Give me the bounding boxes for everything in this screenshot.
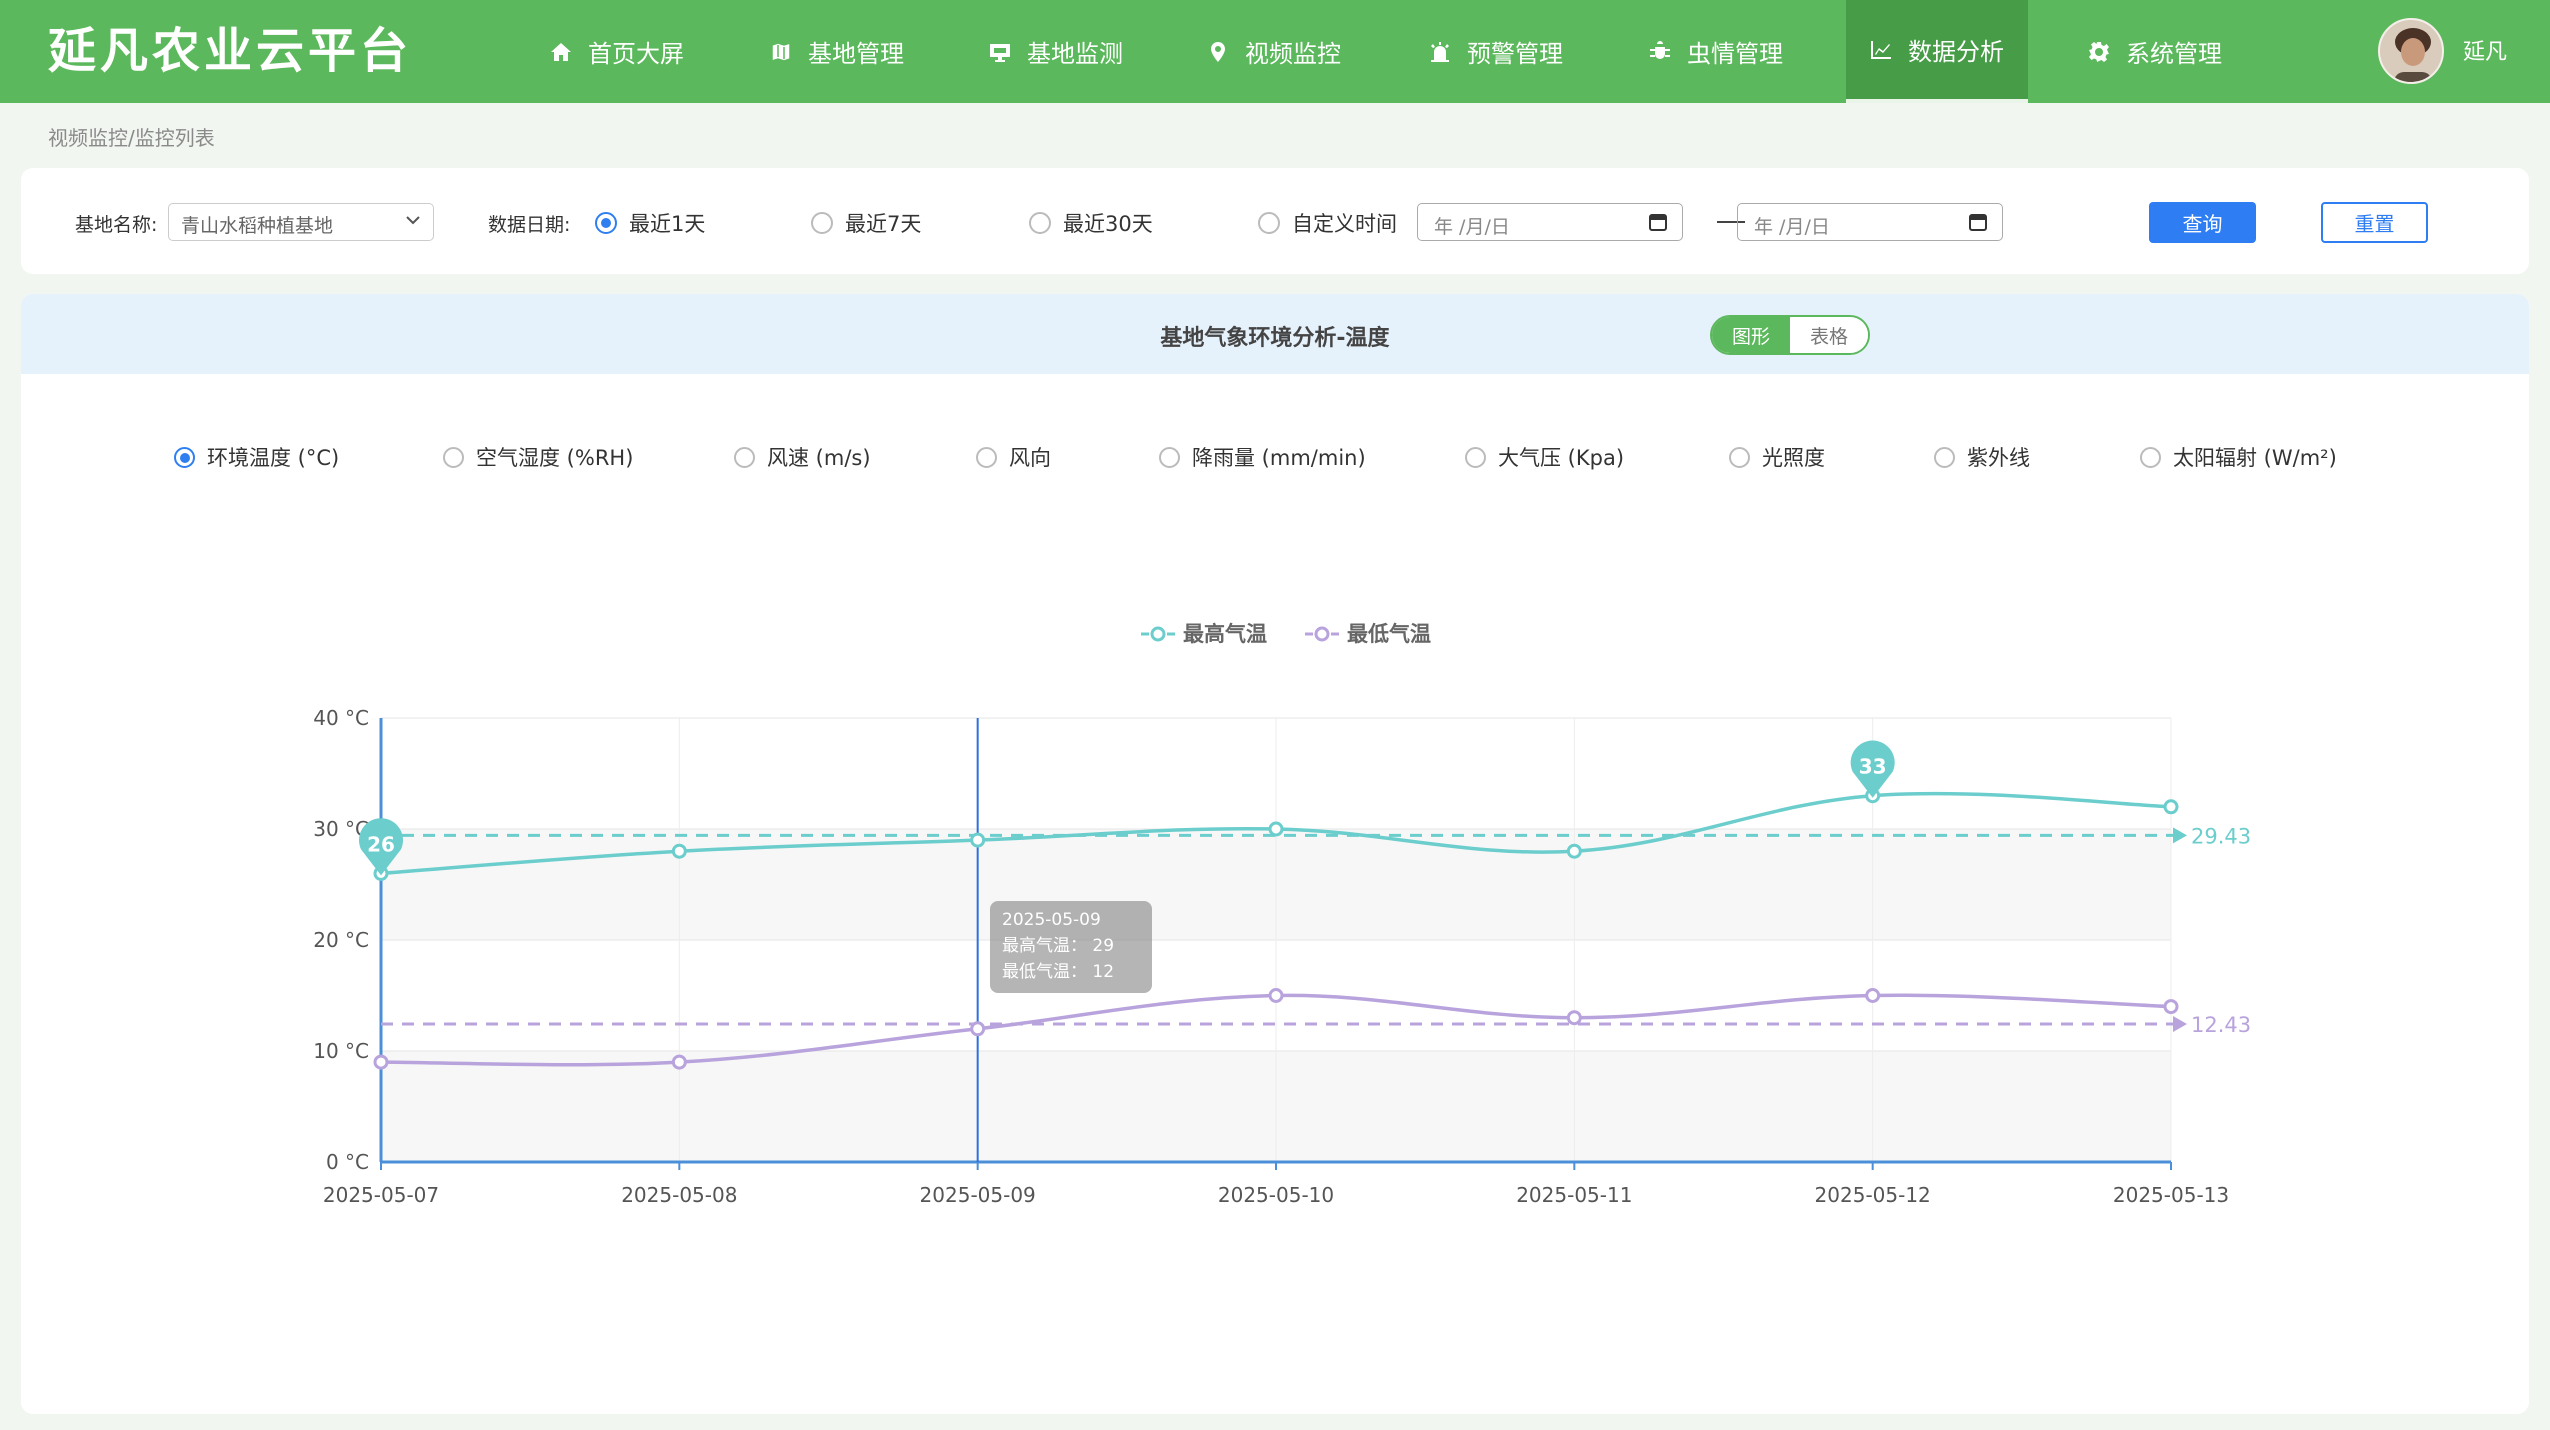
radio-dot — [1258, 212, 1280, 234]
nav-item-label: 基地监测 — [1027, 40, 1123, 68]
app-logo-title: 延凡农业云平台 — [48, 23, 413, 79]
avatar[interactable] — [2378, 18, 2444, 84]
end-date-placeholder: 年 /月/日 — [1754, 216, 1830, 238]
legend-label: 最高气温 — [1183, 622, 1267, 646]
user-name[interactable]: 延凡 — [2463, 34, 2507, 66]
data-point — [671, 1054, 687, 1070]
data-point — [1268, 821, 1284, 837]
average-value-label: 12.43 — [2191, 1013, 2251, 1037]
date-label: 数据日期: — [488, 214, 571, 236]
data-point — [1566, 1010, 1582, 1026]
reset-button[interactable]: 重置 — [2321, 202, 2428, 243]
query-button[interactable]: 查询 — [2149, 202, 2256, 243]
start-date-placeholder: 年 /月/日 — [1434, 216, 1510, 238]
data-point — [970, 832, 986, 848]
radio-dot — [1029, 212, 1051, 234]
x-tick-label: 2025-05-07 — [323, 1183, 439, 1207]
base-select[interactable]: 青山水稻种植基地 — [168, 203, 434, 241]
date-option-custom[interactable]: 自定义时间 — [1258, 208, 1397, 238]
legend-marker — [1314, 626, 1330, 642]
nav-item-label: 基地管理 — [808, 40, 904, 68]
nav-item-label: 首页大屏 — [588, 40, 684, 68]
nav-item-map[interactable]: 基地管理 — [766, 0, 904, 103]
average-line-arrow — [2173, 827, 2187, 844]
chevron-down-icon — [406, 216, 420, 225]
data-point — [1566, 843, 1582, 859]
temperature-line-chart: 0 °C10 °C20 °C30 °C40 °C2025-05-07 2025-0… — [313, 622, 2251, 1207]
x-tick-label: 2025-05-11 — [1516, 1183, 1632, 1207]
location-icon — [1203, 37, 1233, 67]
chart-tooltip: 2025-05-09 最高气温： 29 最低气温： 12 — [990, 901, 1152, 993]
nav-item-monitor[interactable]: 基地监测 — [985, 0, 1123, 103]
home-icon — [546, 37, 576, 67]
date-option-7days[interactable]: 最近7天 — [811, 208, 921, 238]
date-option-label: 最近7天 — [845, 212, 922, 236]
calendar-icon[interactable] — [1968, 212, 1988, 232]
nav-item-alarm[interactable]: 预警管理 — [1425, 0, 1563, 103]
legend-marker — [1150, 626, 1166, 642]
data-point — [2163, 999, 2179, 1015]
x-tick-label: 2025-05-10 — [1218, 1183, 1334, 1207]
y-tick-label: 20 °C — [313, 928, 369, 952]
date-option-label: 自定义时间 — [1292, 212, 1397, 236]
start-date-input[interactable]: 年 /月/日 — [1417, 203, 1683, 241]
nav-item-label: 预警管理 — [1467, 40, 1563, 68]
user-avatar-image — [2380, 20, 2442, 82]
data-point — [970, 1021, 986, 1037]
date-option-label: 最近1天 — [629, 212, 706, 236]
map-icon — [766, 37, 796, 67]
nav-item-chart[interactable]: 数据分析 — [1846, 0, 2028, 103]
x-tick-label: 2025-05-12 — [1815, 1183, 1931, 1207]
radio-dot — [811, 212, 833, 234]
data-point — [373, 1054, 389, 1070]
calendar-icon[interactable] — [1648, 212, 1668, 232]
top-navbar: 延凡农业云平台 首页大屏 基地管理 基地监测 视频监控 预警管理 虫情管理 数据分析 系统管理… — [0, 0, 2550, 103]
tooltip-high: 最高气温： 29 — [1002, 936, 1115, 956]
nav-item-gear[interactable]: 系统管理 — [2084, 0, 2222, 103]
nav-item-label: 视频监控 — [1245, 40, 1341, 68]
y-tick-label: 0 °C — [326, 1150, 369, 1174]
x-tick-label: 2025-05-08 — [621, 1183, 737, 1207]
tooltip-date: 2025-05-09 — [1002, 910, 1101, 930]
chart-icon — [1866, 35, 1896, 65]
base-select-value: 青山水稻种植基地 — [181, 215, 334, 237]
radio-dot — [595, 212, 617, 234]
alarm-icon — [1425, 37, 1455, 67]
data-point — [1865, 988, 1881, 1003]
max-value-pin-label: 33 — [1859, 755, 1887, 779]
data-point — [1268, 988, 1284, 1003]
tooltip-low: 最低气温： 12 — [1002, 962, 1115, 982]
end-date-input[interactable]: 年 /月/日 — [1737, 203, 2003, 241]
base-name-label: 基地名称: — [75, 214, 158, 236]
chart-panel: 基地气象环境分析-温度 图形 表格 环境温度 (°C) 空气湿度 (%RH) 风速 … — [21, 294, 2529, 1414]
date-option-30days[interactable]: 最近30天 — [1029, 208, 1153, 238]
data-point — [671, 843, 687, 859]
data-point — [2163, 799, 2179, 815]
nav-item-bug[interactable]: 虫情管理 — [1645, 0, 1783, 103]
nav-item-home[interactable]: 首页大屏 — [546, 0, 684, 103]
bug-icon — [1645, 37, 1675, 67]
average-line-arrow — [2173, 1016, 2187, 1033]
nav-item-location[interactable]: 视频监控 — [1203, 0, 1341, 103]
x-tick-label: 2025-05-09 — [920, 1183, 1036, 1207]
nav-item-label: 系统管理 — [2126, 40, 2222, 68]
filter-bar: 基地名称: 青山水稻种植基地 数据日期: 最近1天 最近7天 最近30天 自定义… — [21, 168, 2529, 274]
min-value-pin-label: 26 — [367, 832, 395, 856]
nav-item-label: 虫情管理 — [1687, 40, 1783, 68]
monitor-icon — [985, 37, 1015, 67]
x-tick-label: 2025-05-13 — [2113, 1183, 2229, 1207]
breadcrumb: 视频监控/监控列表 — [48, 126, 215, 150]
nav-item-label: 数据分析 — [1908, 38, 2004, 66]
y-tick-label: 10 °C — [313, 1039, 369, 1063]
y-tick-label: 40 °C — [313, 706, 369, 730]
legend-label: 最低气温 — [1347, 622, 1431, 646]
average-value-label: 29.43 — [2191, 824, 2251, 848]
date-option-1day[interactable]: 最近1天 — [595, 208, 705, 238]
gear-icon — [2084, 37, 2114, 67]
date-option-label: 最近30天 — [1063, 212, 1153, 236]
